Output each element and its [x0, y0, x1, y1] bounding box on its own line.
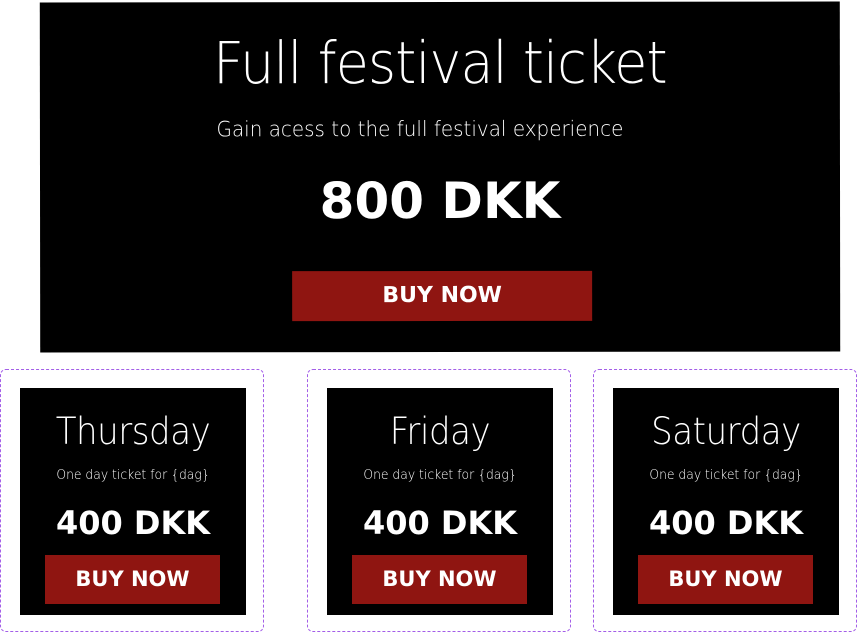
saturday-ticket-card: Saturday One day ticket for {dag} 400 DK…: [613, 388, 839, 615]
thursday-ticket-card: Thursday One day ticket for {dag} 400 DK…: [20, 388, 246, 615]
full-ticket-title: Full festival ticket: [212, 28, 667, 98]
day-ticket-price: 400 DKK: [55, 504, 211, 542]
friday-ticket-wrapper: Friday One day ticket for {dag} 400 DKK …: [307, 369, 571, 632]
full-festival-ticket-card: Full festival ticket Gain acess to the f…: [39, 1, 841, 353]
friday-ticket-card: Friday One day ticket for {dag} 400 DKK …: [327, 388, 553, 615]
day-ticket-price: 400 DKK: [362, 504, 518, 542]
full-ticket-subtitle: Gain acess to the full festival experien…: [216, 116, 624, 142]
buy-full-ticket-button[interactable]: BUY NOW: [292, 270, 593, 322]
day-ticket-description: One day ticket for {dag}: [363, 468, 517, 483]
day-ticket-price: 400 DKK: [648, 504, 804, 542]
day-ticket-title: Friday: [389, 410, 491, 453]
thursday-ticket-wrapper: Thursday One day ticket for {dag} 400 DK…: [0, 369, 264, 632]
day-ticket-title: Saturday: [651, 410, 801, 453]
day-ticket-description: One day ticket for {dag}: [56, 468, 210, 483]
buy-thursday-ticket-button[interactable]: BUY NOW: [45, 555, 220, 604]
day-ticket-title: Thursday: [55, 410, 211, 453]
buy-saturday-ticket-button[interactable]: BUY NOW: [638, 555, 813, 604]
full-ticket-price: 800 DKK: [319, 171, 561, 231]
day-ticket-description: One day ticket for {dag}: [649, 468, 803, 483]
saturday-ticket-wrapper: Saturday One day ticket for {dag} 400 DK…: [593, 369, 857, 632]
buy-friday-ticket-button[interactable]: BUY NOW: [352, 555, 527, 604]
